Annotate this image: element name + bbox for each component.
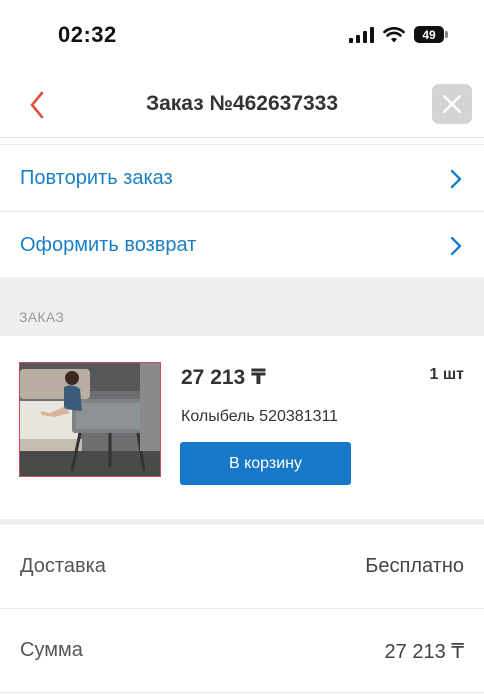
order-item: 27 213 ₸ 1 шт Колыбель 520381311 В корзи… <box>0 336 484 519</box>
return-order-label: Оформить возврат <box>20 234 197 256</box>
status-time: 02:32 <box>58 22 117 47</box>
total-value: 27 213 ₸ <box>384 641 464 663</box>
section-title: ЗАКАЗ <box>19 309 65 325</box>
wifi-icon <box>383 26 405 42</box>
delivery-row: Доставка Бесплатно <box>0 525 484 609</box>
delivery-value: Бесплатно <box>365 555 464 577</box>
product-name[interactable]: Колыбель 520381311 <box>181 408 338 426</box>
page-title: Заказ №462637333 <box>145 92 339 115</box>
add-to-cart-button[interactable]: В корзину <box>180 442 351 485</box>
repeat-order-label: Повторить заказ <box>20 166 173 189</box>
chevron-right-icon <box>450 169 462 189</box>
chevron-right-icon <box>450 236 462 256</box>
return-order-row[interactable]: Оформить возврат <box>0 212 484 279</box>
close-button[interactable] <box>432 84 472 124</box>
product-price: 27 213 ₸ <box>181 366 266 389</box>
signal-icon <box>349 26 374 43</box>
delivery-label: Доставка <box>20 555 106 577</box>
battery-icon: 49 <box>414 26 448 43</box>
battery-level: 49 <box>422 27 436 42</box>
repeat-order-row[interactable]: Повторить заказ <box>0 145 484 212</box>
order-section-header: ЗАКАЗ <box>0 277 484 336</box>
order-actions: Повторить заказ Оформить возврат <box>0 144 484 279</box>
product-image[interactable] <box>19 362 161 477</box>
product-quantity: 1 шт <box>429 366 464 383</box>
nav-bar: Заказ №462637333 <box>0 70 484 138</box>
close-icon <box>442 94 462 114</box>
status-bar: 02:32 49 <box>0 0 484 70</box>
total-label: Сумма <box>20 639 83 661</box>
total-row: Сумма 27 213 ₸ <box>0 609 484 693</box>
product-photo <box>20 363 160 476</box>
status-icons: 49 <box>349 26 448 43</box>
